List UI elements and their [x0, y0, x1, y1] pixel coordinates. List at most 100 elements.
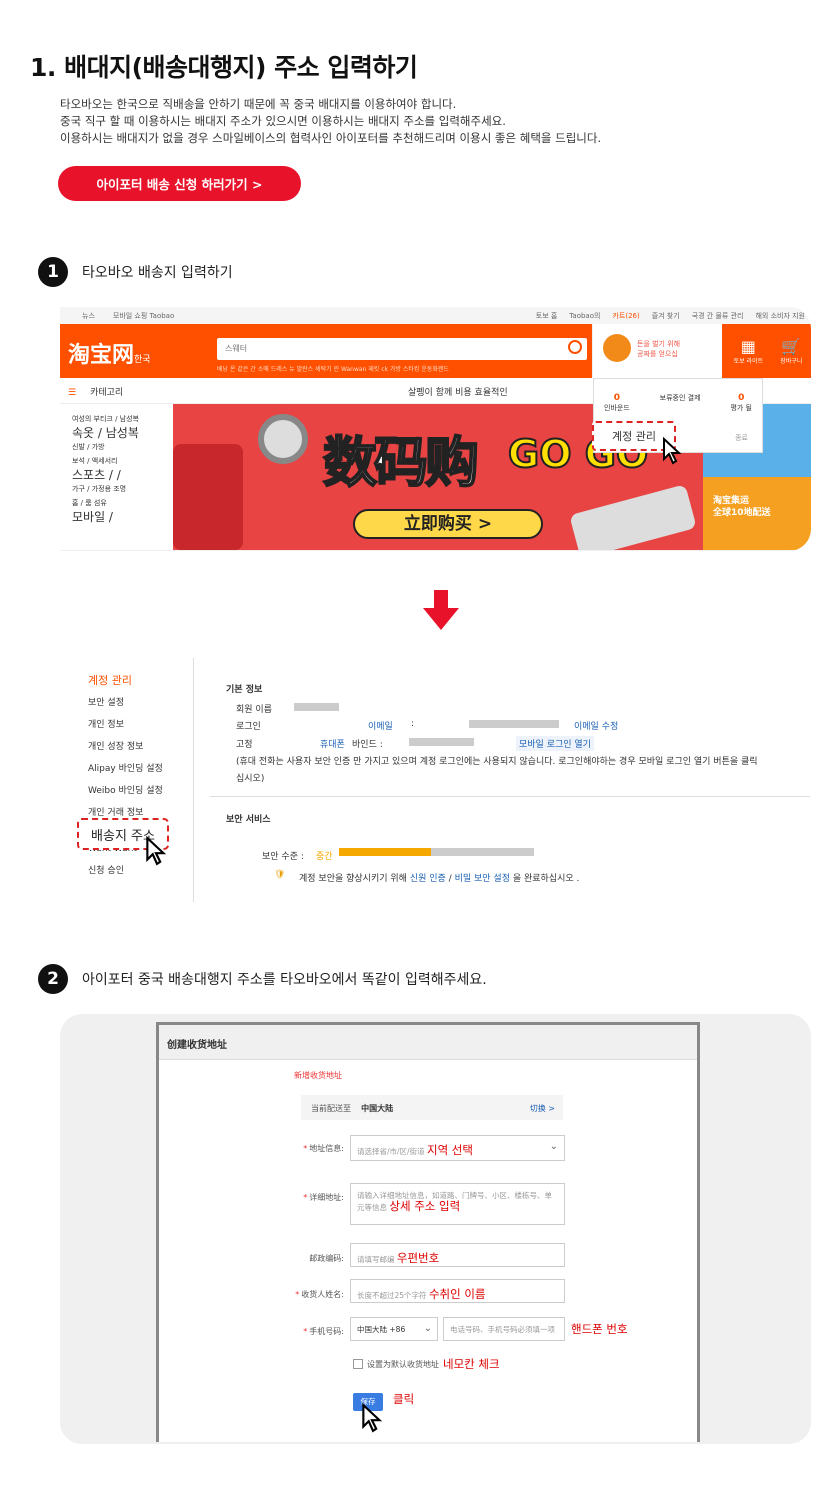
- step-2: 2 아이포터 중국 배송대행지 주소를 타오바오에서 똑같이 입력해주세요.: [38, 964, 487, 994]
- taobao-lite-button[interactable]: ▦ 토보 라이트: [734, 337, 764, 365]
- step-1: 1 타오바오 배송지 입력하기: [38, 257, 233, 287]
- sidebar-item-account[interactable]: 계정 관리: [88, 670, 193, 692]
- topbar-cart-link[interactable]: 카트(26): [612, 311, 639, 321]
- topbar-link[interactable]: 토보 홈: [536, 311, 558, 321]
- step-text: 타오바오 배송지 입력하기: [82, 265, 233, 281]
- taobao-search-input[interactable]: 스웨터: [217, 338, 587, 360]
- redacted-value: [294, 703, 339, 711]
- intro-line: 타오바오는 한국으로 직배송을 안하기 때문에 꼭 중국 배대지를 이용하여야 …: [60, 97, 457, 111]
- cursor-icon: [663, 437, 682, 465]
- sidebar-item[interactable]: 가구 / 가정용 조명: [72, 482, 173, 496]
- sidebar-item[interactable]: 보안 설정: [88, 692, 193, 714]
- zip-label: 邮政编码:: [309, 1254, 344, 1263]
- category-menu[interactable]: ☰ 카테고리: [68, 385, 123, 398]
- iporter-apply-button[interactable]: 아이포터 배송 신청 하러가기 >: [58, 166, 301, 201]
- address-form: 创建收货地址 新增收货地址 当前配送至 中国大陆切换 > 地址信息: 请选择省/…: [156, 1022, 700, 1442]
- sidebar-item[interactable]: 스포츠 / /: [72, 468, 173, 482]
- cursor-icon: [146, 836, 167, 866]
- shield-icon: 🛡: [274, 870, 286, 880]
- security-level-label: 보안 수준 :: [262, 852, 304, 862]
- detail-label: 详细地址:: [274, 1192, 344, 1203]
- shipping-promo[interactable]: 淘宝集运 全球10地配送: [703, 477, 811, 550]
- sidebar-item[interactable]: 속옷 / 남성복: [72, 426, 173, 440]
- intro-line: 중국 직구 할 때 이용하시는 배대지 주소가 있으시면 이용하시는 배대지 주…: [60, 114, 506, 128]
- account-main: 기본 정보 회원 이름 로그인 이메일 : 이메일 수정 고정 휴대폰 바인드 …: [193, 658, 811, 902]
- phone-input[interactable]: 电话号码、手机号码必须填一项: [443, 1317, 565, 1341]
- menu-icon: ☰: [68, 388, 77, 398]
- recipient-input[interactable]: 长度不超过25个字符 수취인 이름: [350, 1279, 565, 1303]
- account-sidebar: 계정 관리 보안 설정 개인 정보 개인 성장 정보 Alipay 바인딩 설정…: [60, 658, 193, 902]
- phone-label: 手机号码:: [274, 1326, 344, 1337]
- topbar-link[interactable]: 해외 소비자 지원: [755, 311, 805, 321]
- chevron-down-icon: ⌄: [549, 1141, 558, 1152]
- chevron-down-icon: ⌄: [423, 1323, 432, 1334]
- arrow-down-icon: [423, 590, 459, 630]
- header-icons: ▦ 토보 라이트 🛒 장바구니: [725, 324, 811, 378]
- divider: [210, 796, 810, 797]
- sidebar-item[interactable]: 여성의 부티크 / 남성복: [72, 412, 173, 426]
- default-address-label: 设置为默认收货地址: [367, 1360, 439, 1369]
- topbar-link[interactable]: Taobao의: [569, 311, 600, 321]
- user-text: 돈을 벌기 위해: [637, 340, 681, 348]
- redacted-value: [469, 720, 559, 728]
- bind-label: 바인드 :: [352, 740, 383, 750]
- topbar-link[interactable]: 모바일 쇼핑 Taobao: [113, 311, 174, 321]
- sidebar-item[interactable]: 개인 성장 정보: [88, 736, 193, 758]
- sidebar-item[interactable]: 모바일 /: [72, 510, 173, 524]
- intro-text: 타오바오는 한국으로 직배송을 안하기 때문에 꼭 중국 배대지를 이용하여야 …: [60, 96, 601, 147]
- field-label: 로그인: [236, 722, 261, 732]
- taobao-screenshot: 뉴스 모바일 쇼핑 Taobao 토보 홈 Taobao의 카트(26) 즐겨 …: [60, 307, 811, 551]
- search-icon[interactable]: [568, 340, 582, 354]
- region-select[interactable]: 请选择省/市/区/街道 지역 선택 ⌄: [350, 1135, 565, 1161]
- form-subtitle: 新增收货地址: [294, 1071, 342, 1080]
- phone-label: 휴대폰: [320, 740, 345, 750]
- phone-note: 핸드폰 번호: [571, 1322, 628, 1336]
- dropdown-stat: 0 평가 될: [730, 393, 752, 412]
- phone-note: 십시오): [236, 774, 265, 784]
- qr-icon: ▦: [740, 337, 756, 356]
- sidebar-item[interactable]: Alipay 바인딩 설정: [88, 758, 193, 780]
- email-edit-link[interactable]: 이메일 수정: [574, 719, 618, 732]
- form-header: 创建收货地址: [159, 1025, 697, 1060]
- sidebar-item[interactable]: 신발 / 가방: [72, 440, 173, 454]
- topbar-link[interactable]: 즐겨 찾기: [652, 311, 680, 321]
- section-title: 보안 서비스: [226, 815, 271, 825]
- zip-input[interactable]: 请填写邮编 우편번호: [350, 1243, 565, 1267]
- address-form-screenshot: 创建收货地址 新增收货地址 当前配送至 中国大陆切换 > 地址信息: 请选择省/…: [60, 1014, 811, 1444]
- cart-icon: 🛒: [781, 337, 802, 356]
- cart-button[interactable]: 🛒 장바구니: [780, 337, 802, 365]
- phone-country-select[interactable]: 中国大陆 +86 ⌄: [350, 1317, 438, 1341]
- hot-search-words[interactable]: 베낭 온 같은 간 소매 드레스 뉴 발란스 세탁기 린 Wanwan 재킷 c…: [217, 364, 587, 373]
- dropdown-stat: 0 인바운드: [604, 393, 630, 412]
- phone-note: (휴대 전화는 사용자 보안 인증 만 가지고 있으며 계정 로그인에는 사용되…: [236, 757, 758, 767]
- intro-line: 이용하시는 배대지가 없을 경우 스마일베이스의 협력사인 아이포터를 추천해드…: [60, 131, 602, 145]
- sidebar-item[interactable]: 신청 승인: [88, 860, 193, 882]
- cursor-icon: [362, 1403, 383, 1433]
- region-row: 当前配送至 中国大陆 切换 >: [301, 1095, 563, 1120]
- buy-now-button[interactable]: 立即购买 >: [353, 509, 543, 539]
- mobile-login-button[interactable]: 모바일 로그인 열기: [516, 736, 594, 751]
- avatar[interactable]: [603, 334, 631, 362]
- device-image: [569, 484, 697, 550]
- logout-link[interactable]: 종료: [735, 433, 748, 443]
- default-address-checkbox[interactable]: [353, 1359, 363, 1369]
- region-switch-link[interactable]: 切换 >: [530, 1103, 555, 1114]
- section-title: 기본 정보: [226, 685, 263, 695]
- taobao-logo[interactable]: 淘宝网한국: [68, 337, 151, 369]
- taobao-header: 淘宝网한국 스웨터 베낭 온 같은 간 소매 드레스 뉴 발란스 세탁기 린 W…: [60, 324, 811, 378]
- topbar-link[interactable]: 뉴스: [82, 311, 95, 321]
- dropdown-stat: 보류중인 결제: [659, 394, 701, 402]
- sidebar-item[interactable]: 홈 / 룸 섬유: [72, 496, 173, 510]
- page-title: 1. 배대지(배송대행지) 주소 입력하기: [30, 53, 418, 82]
- identity-link[interactable]: 신원 인증: [410, 874, 446, 884]
- secret-link[interactable]: 비밀 보안 설정: [455, 874, 510, 884]
- field-label: 회원 이름: [236, 705, 272, 715]
- sidebar-item[interactable]: 개인 정보: [88, 714, 193, 736]
- topbar-link[interactable]: 국경 간 물류 관리: [692, 311, 744, 321]
- step-number-badge: 1: [38, 257, 68, 287]
- detail-address-textarea[interactable]: 请输入详细地址信息，如道路、门牌号、小区、楼栋号、单元等信息 상세 주소 입력: [350, 1183, 565, 1225]
- user-panel: 돈을 벌기 위해 공짜를 얻으십: [592, 324, 722, 378]
- sidebar-item[interactable]: 보석 / 액세서리: [72, 454, 173, 468]
- suitcase-image: [173, 444, 243, 550]
- sidebar-item[interactable]: Weibo 바인딩 설정: [88, 780, 193, 802]
